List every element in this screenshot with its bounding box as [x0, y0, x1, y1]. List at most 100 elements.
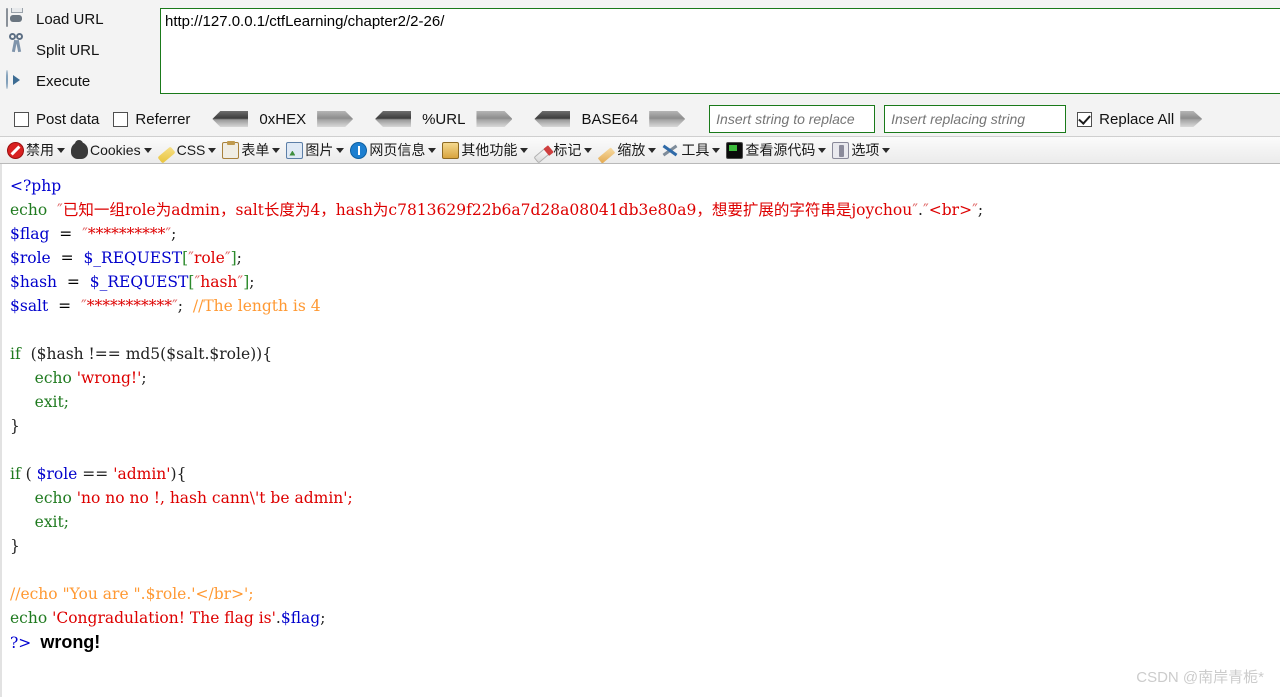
- base64-encoder-group: BASE64: [534, 111, 685, 128]
- echo-keyword-1: echo: [10, 201, 48, 219]
- php-source-listing: <?php echo ″已知一组role为admin，salt长度为4，hash…: [10, 177, 984, 627]
- hackbar-options-row: Post data Referrer 0xHEX %URL BASE64 Rep…: [0, 102, 1280, 136]
- referrer-checkbox[interactable]: Referrer: [113, 111, 190, 128]
- hex-encode-arrow-icon[interactable]: [317, 111, 353, 127]
- if2-admin-literal: 'admin': [113, 465, 171, 483]
- toolbar-label-forms: 表单: [241, 142, 270, 158]
- url-encoder-group: %URL: [375, 111, 512, 128]
- role-key: role: [193, 249, 225, 267]
- hackbar-panel: Load URL Split URL Execute Post data Ref…: [0, 0, 1280, 137]
- toolbar-item-view-source[interactable]: 查看源代码: [723, 138, 829, 162]
- toolbar-item-options[interactable]: 选项: [829, 138, 893, 162]
- marker-pencil-icon: [533, 146, 552, 163]
- toolbar-label-cookies: Cookies: [90, 142, 141, 158]
- php-open-tag: <?php: [10, 177, 62, 195]
- notice-string: 已知一组role为admin，salt长度为4，hash为c7813629f22…: [62, 201, 913, 219]
- chevron-down-icon: [208, 147, 217, 153]
- if-keyword-2: if: [10, 465, 21, 483]
- zoom-ruler-icon: [598, 146, 616, 163]
- chevron-down-icon: [272, 147, 281, 153]
- css-pencil-icon: [157, 146, 176, 163]
- referrer-label: Referrer: [135, 110, 191, 128]
- tools-icon: [662, 142, 679, 159]
- semicolon-1: ;: [977, 201, 984, 219]
- role-superglobal: $_REQUEST: [83, 249, 183, 267]
- semicolon-5: ;: [177, 297, 184, 315]
- chevron-down-icon: [57, 147, 65, 153]
- close-brace-1: }: [10, 417, 20, 435]
- base64-decode-arrow-icon[interactable]: [534, 111, 570, 127]
- execute-button[interactable]: Execute: [0, 66, 130, 97]
- php-close-tag: ?>: [10, 634, 32, 652]
- hash-var: $hash: [10, 273, 58, 291]
- cookie-icon: [71, 139, 88, 159]
- exit-keyword-2: exit;: [34, 513, 69, 531]
- load-url-button[interactable]: Load URL: [0, 4, 130, 35]
- toolbar-item-images[interactable]: 图片: [283, 138, 347, 162]
- page-content: <?php echo ″已知一组role为admin，salt长度为4，hash…: [0, 164, 1280, 697]
- base64-encode-arrow-icon[interactable]: [649, 111, 685, 127]
- split-url-button[interactable]: Split URL: [0, 32, 130, 66]
- view-source-icon: [726, 141, 744, 159]
- options-icon: [832, 141, 850, 159]
- toolbar-item-outline[interactable]: 标记: [531, 138, 595, 163]
- replace-find-input[interactable]: [709, 105, 876, 133]
- hex-decode-arrow-icon[interactable]: [212, 111, 248, 127]
- hex-encoder-group: 0xHEX: [212, 111, 353, 128]
- toolbar-item-cookies[interactable]: Cookies: [68, 138, 155, 162]
- final-flag-var: $flag: [280, 609, 321, 627]
- referrer-checkbox-box[interactable]: [113, 111, 129, 127]
- url-decode-arrow-icon[interactable]: [375, 111, 411, 127]
- congrats-string: 'Congradulation! The flag is': [52, 609, 276, 627]
- chevron-down-icon: [712, 147, 721, 153]
- toolbar-item-tools[interactable]: 工具: [659, 138, 723, 162]
- toolbar-item-css[interactable]: CSS: [155, 138, 220, 163]
- chevron-down-icon: [520, 147, 529, 153]
- toolbar-label-resize: 缩放: [617, 142, 646, 158]
- replace-all-checkbox-box[interactable]: [1077, 111, 1093, 127]
- post-data-label: Post data: [36, 110, 100, 128]
- semicolon-4: ;: [249, 273, 255, 291]
- notice-br-string: <br>: [928, 201, 973, 219]
- execute-label: Execute: [36, 73, 91, 90]
- replace-all-checkbox[interactable]: Replace All: [1077, 111, 1174, 128]
- toolbar-label-tools: 工具: [681, 142, 710, 158]
- disk-icon: [6, 7, 30, 31]
- if2-close: ){: [170, 465, 187, 483]
- semicolon-3: ;: [236, 249, 242, 267]
- toolbar-label-view-source: 查看源代码: [745, 142, 816, 158]
- replace-apply-arrow-icon[interactable]: [1180, 111, 1202, 127]
- load-url-label: Load URL: [36, 11, 104, 28]
- toolbar-label-page-info: 网页信息: [369, 142, 426, 158]
- hash-superglobal: $_REQUEST: [89, 273, 189, 291]
- toolbar-label-options: 选项: [851, 142, 880, 158]
- toolbar-label-images: 图片: [305, 142, 334, 158]
- base64-label: BASE64: [581, 110, 639, 128]
- toolbar-item-page-info[interactable]: 网页信息: [347, 138, 439, 162]
- chevron-down-icon: [818, 147, 827, 153]
- info-icon: [350, 141, 368, 159]
- toolbar-item-forms[interactable]: 表单: [219, 138, 283, 162]
- replace-with-input[interactable]: [884, 105, 1067, 133]
- chevron-down-icon: [882, 147, 891, 153]
- salt-value: ***********: [86, 297, 172, 315]
- echo-keyword-4: echo: [10, 609, 48, 627]
- if2-role-var: $role: [36, 465, 78, 483]
- no-no-no-string: 'no no no !, hash cann\'t be admin';: [76, 489, 353, 507]
- url-encode-arrow-icon[interactable]: [476, 111, 512, 127]
- toolbar-label-misc: 其他功能: [461, 142, 518, 158]
- exit-keyword-1: exit;: [34, 393, 69, 411]
- hackbar-action-list: Load URL Split URL Execute: [0, 0, 130, 102]
- toolbar-item-misc[interactable]: 其他功能: [439, 138, 531, 162]
- if2-open: (: [25, 465, 37, 483]
- toolbar-item-resize[interactable]: 缩放: [595, 138, 659, 163]
- toolbar-item-disable[interactable]: 禁用: [4, 138, 68, 162]
- flag-var: $flag: [10, 225, 50, 243]
- semicolon-6: ;: [141, 369, 147, 387]
- post-data-checkbox[interactable]: Post data: [14, 111, 99, 128]
- post-data-checkbox-box[interactable]: [14, 111, 29, 127]
- url-input[interactable]: [160, 8, 1280, 94]
- salt-var: $salt: [10, 297, 49, 315]
- wrong-string: 'wrong!': [76, 369, 142, 387]
- close-brace-2: }: [10, 537, 20, 555]
